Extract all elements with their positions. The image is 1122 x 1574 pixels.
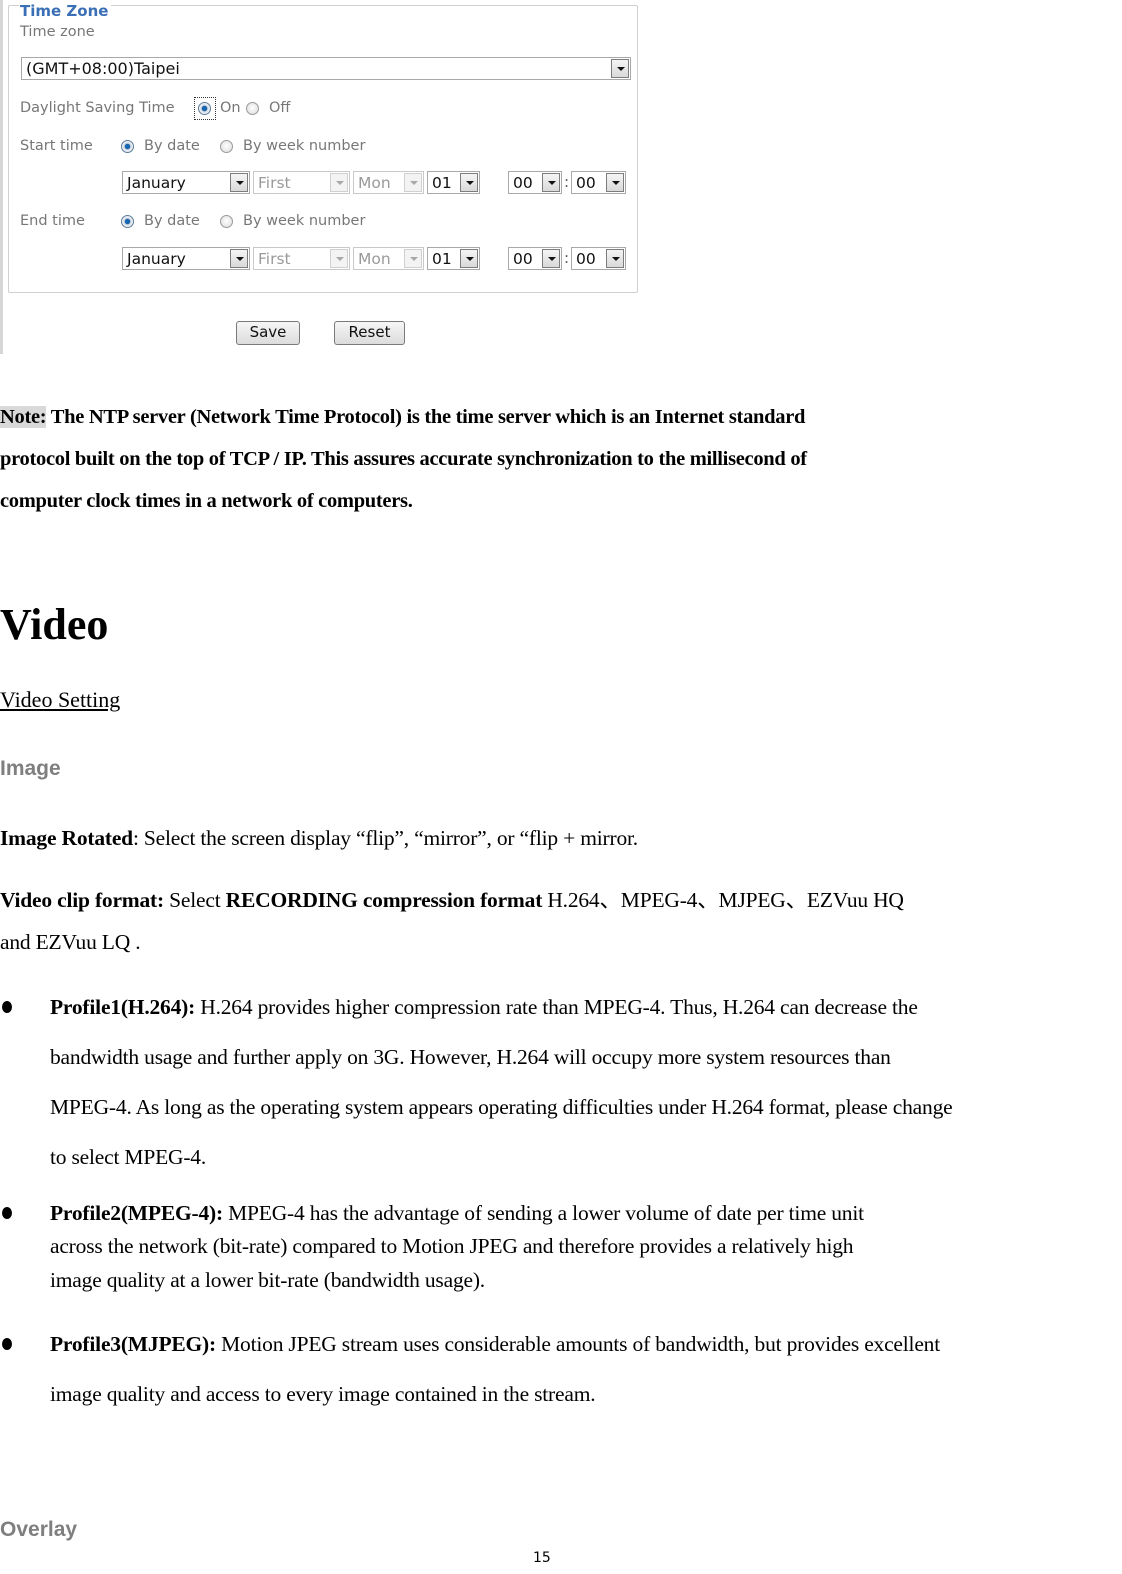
start-weekday-select: Mon <box>353 171 424 194</box>
profile3-label: Profile3(MJPEG): <box>50 1332 216 1356</box>
image-rotated-label: Image Rotated <box>0 826 133 850</box>
note-prefix: Note: <box>0 406 47 428</box>
end-week-value: First <box>258 250 291 268</box>
dst-on-label: On <box>220 100 241 116</box>
start-day-select[interactable]: 01 <box>427 171 480 194</box>
end-day-select[interactable]: 01 <box>427 247 480 270</box>
start-hour-select[interactable]: 00 <box>508 171 562 194</box>
clip-format-line-2: and EZVuu LQ . <box>0 930 141 954</box>
start-hour-value: 00 <box>513 174 533 192</box>
bullet-icon <box>2 1338 12 1350</box>
chevron-down-icon <box>330 249 348 268</box>
note-text-1: The NTP server (Network Time Protocol) i… <box>46 406 806 428</box>
dst-off-label: Off <box>269 100 291 116</box>
clip-format-rest: H.264、MPEG-4、MJPEG、EZVuu HQ <box>542 888 904 912</box>
profile1-line-3: MPEG-4. As long as the operating system … <box>50 1095 953 1119</box>
time-separator: : <box>564 173 570 191</box>
end-hour-value: 00 <box>513 250 533 268</box>
end-by-date-radio[interactable] <box>121 215 134 228</box>
clip-format-line-1: Video clip format: Select RECORDING comp… <box>0 887 904 913</box>
overlay-subheading: Overlay <box>0 1518 78 1541</box>
image-rotated-paragraph: Image Rotated: Select the screen display… <box>0 825 638 851</box>
bullet-icon <box>2 1001 12 1013</box>
video-setting-link[interactable]: Video Setting <box>0 687 120 713</box>
end-week-select: First <box>253 247 350 270</box>
video-heading: Video <box>0 600 109 649</box>
end-month-select[interactable]: January <box>122 247 250 270</box>
clip-format-label: Video clip format: <box>0 888 164 912</box>
end-weekday-select: Mon <box>353 247 424 270</box>
end-time-label: End time <box>20 213 85 229</box>
time-zone-legend: Time Zone <box>19 4 112 19</box>
end-minute-select[interactable]: 00 <box>571 247 626 270</box>
time-zone-select[interactable]: (GMT+08:00)Taipei <box>21 57 631 80</box>
profile1-line-4: to select MPEG-4. <box>50 1145 207 1169</box>
profile2-text: MPEG-4 has the advantage of sending a lo… <box>222 1201 864 1225</box>
profile3-text: Motion JPEG stream uses considerable amo… <box>215 1332 940 1356</box>
chevron-down-icon[interactable] <box>542 249 560 268</box>
start-by-week-label: By week number <box>243 138 366 154</box>
end-by-week-label: By week number <box>243 213 366 229</box>
start-minute-select[interactable]: 00 <box>571 171 626 194</box>
start-by-date-label: By date <box>144 138 200 154</box>
save-button[interactable]: Save <box>236 321 300 345</box>
note-line-3: computer clock times in a network of com… <box>0 490 413 512</box>
start-month-select[interactable]: January <box>122 171 250 194</box>
dst-off-radio[interactable] <box>246 102 259 115</box>
time-zone-label: Time zone <box>20 24 95 40</box>
chevron-down-icon[interactable] <box>606 173 624 192</box>
start-by-week-radio[interactable] <box>220 140 233 153</box>
end-hour-select[interactable]: 00 <box>508 247 562 270</box>
chevron-down-icon[interactable] <box>611 59 629 78</box>
bullet-icon <box>2 1207 12 1219</box>
profile1-label: Profile1(H.264): <box>50 995 196 1019</box>
profile3-line-2: image quality and access to every image … <box>50 1382 596 1406</box>
start-minute-value: 00 <box>576 174 596 192</box>
chevron-down-icon[interactable] <box>230 173 248 192</box>
profile3-line-1: Profile3(MJPEG): Motion JPEG stream uses… <box>50 1331 940 1357</box>
profile1-line-2: bandwidth usage and further apply on 3G.… <box>50 1045 891 1069</box>
end-month-value: January <box>127 250 186 268</box>
reset-button[interactable]: Reset <box>334 321 405 345</box>
start-week-select: First <box>253 171 350 194</box>
start-by-date-radio[interactable] <box>121 140 134 153</box>
end-weekday-value: Mon <box>358 250 391 268</box>
dst-on-radio[interactable] <box>198 102 211 115</box>
end-minute-value: 00 <box>576 250 596 268</box>
end-by-date-label: By date <box>144 213 200 229</box>
chevron-down-icon[interactable] <box>542 173 560 192</box>
screenshot-border <box>0 0 3 354</box>
profile1-line-1: Profile1(H.264): H.264 provides higher c… <box>50 994 918 1020</box>
profile1-text: H.264 provides higher compression rate t… <box>195 995 918 1019</box>
start-day-value: 01 <box>432 174 452 192</box>
chevron-down-icon[interactable] <box>460 249 478 268</box>
clip-format-select-text: Select <box>163 888 226 912</box>
chevron-down-icon[interactable] <box>606 249 624 268</box>
time-separator: : <box>564 249 570 267</box>
profile2-label: Profile2(MPEG-4): <box>50 1201 223 1225</box>
end-by-week-radio[interactable] <box>220 215 233 228</box>
start-time-label: Start time <box>20 138 93 154</box>
start-week-value: First <box>258 174 291 192</box>
chevron-down-icon <box>404 173 422 192</box>
image-subheading: Image <box>0 757 61 780</box>
chevron-down-icon <box>404 249 422 268</box>
profile2-line-2: across the network (bit-rate) compared t… <box>50 1234 854 1258</box>
note-line-1: Note: The NTP server (Network Time Proto… <box>0 405 805 429</box>
time-zone-screenshot: Time Zone Time zone (GMT+08:00)Taipei Da… <box>0 0 640 354</box>
time-zone-value: (GMT+08:00)Taipei <box>26 59 180 78</box>
chevron-down-icon <box>330 173 348 192</box>
page-number: 15 <box>533 1550 551 1566</box>
profile2-line-3: image quality at a lower bit-rate (bandw… <box>50 1268 485 1292</box>
end-day-value: 01 <box>432 250 452 268</box>
dst-label: Daylight Saving Time <box>20 100 175 116</box>
chevron-down-icon[interactable] <box>230 249 248 268</box>
clip-format-bold: RECORDING compression format <box>225 888 543 912</box>
chevron-down-icon[interactable] <box>460 173 478 192</box>
image-rotated-text: : Select the screen display “flip”, “mir… <box>132 826 638 850</box>
profile2-line-1: Profile2(MPEG-4): MPEG-4 has the advanta… <box>50 1200 864 1226</box>
start-month-value: January <box>127 174 186 192</box>
note-line-2: protocol built on the top of TCP / IP. T… <box>0 448 807 470</box>
start-weekday-value: Mon <box>358 174 391 192</box>
